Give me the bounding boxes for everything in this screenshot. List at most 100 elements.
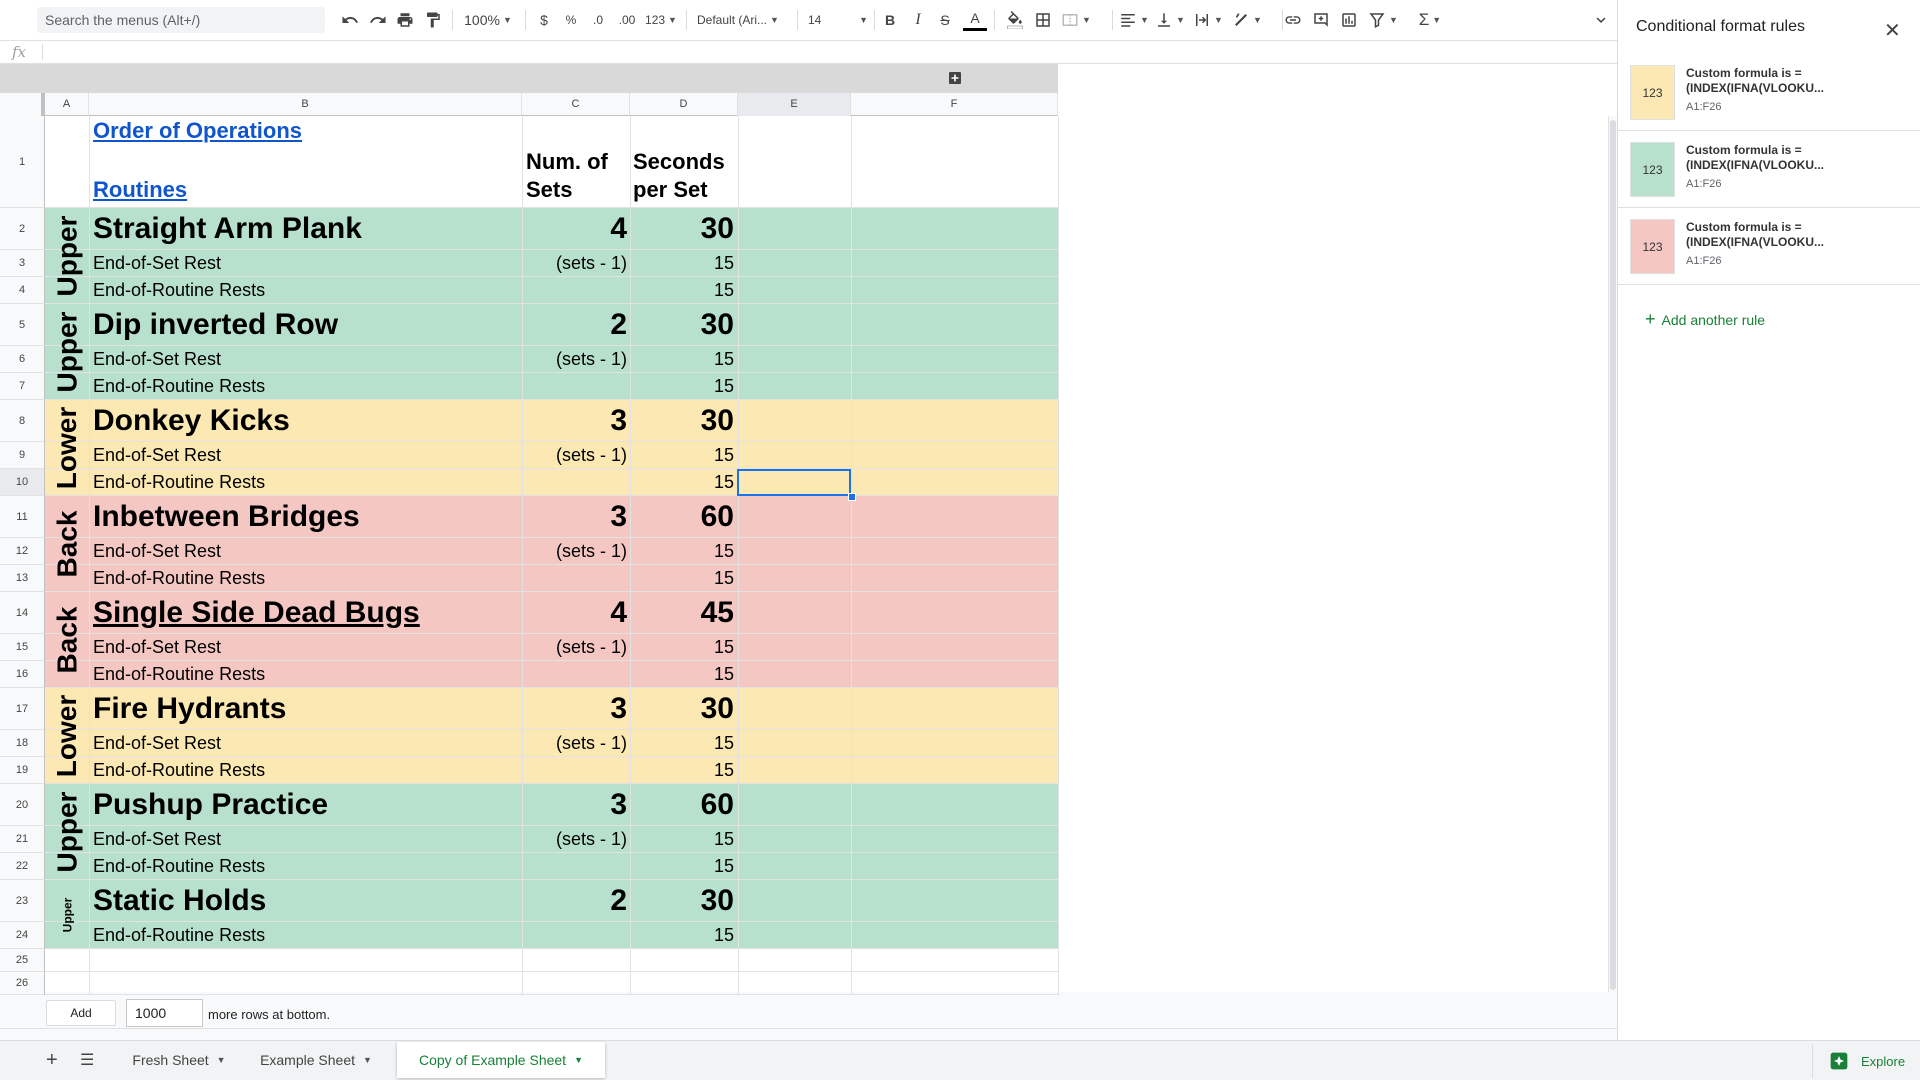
routine-name[interactable]: Inbetween Bridges [93, 499, 360, 535]
routine-seconds[interactable]: 30 [630, 211, 734, 247]
strikethrough-icon[interactable]: S [933, 8, 957, 32]
routine-rest-seconds[interactable]: 15 [630, 759, 734, 782]
set-rest-sets[interactable]: (sets - 1) [522, 252, 627, 275]
routine-rest-seconds[interactable]: 15 [630, 855, 734, 878]
routine-rest-seconds[interactable]: 15 [630, 471, 734, 494]
row-header-11[interactable]: 11 [0, 496, 45, 538]
fill-handle[interactable] [848, 493, 856, 501]
add-icon[interactable] [948, 71, 962, 85]
column-header-e[interactable]: E [738, 93, 851, 116]
functions-icon[interactable]: Σ ▼ [1413, 8, 1447, 32]
more-formats-select[interactable]: 123 ▼ [644, 8, 678, 32]
set-rest-label[interactable]: End-of-Set Rest [93, 444, 221, 467]
set-rest-label[interactable]: End-of-Set Rest [93, 540, 221, 563]
set-rest-sets[interactable]: (sets - 1) [522, 540, 627, 563]
add-rows-button[interactable]: Add [46, 1000, 116, 1026]
format-rule-card[interactable]: 123 Custom formula is = (INDEX(IFNA(VLOOKU… [1618, 209, 1920, 285]
increase-decimal-button[interactable]: .00 [613, 8, 641, 32]
vertical-align-icon[interactable]: ▼ [1154, 8, 1186, 32]
row-header-8[interactable]: 8 [0, 400, 45, 442]
routine-rest-label[interactable]: End-of-Routine Rests [93, 375, 265, 398]
row-header-6[interactable]: 6 [0, 346, 45, 373]
routine-rest-label[interactable]: End-of-Routine Rests [93, 855, 265, 878]
routine-seconds[interactable]: 45 [630, 595, 734, 631]
row-header-2[interactable]: 2 [0, 208, 45, 250]
routine-name[interactable]: Fire Hydrants [93, 691, 286, 727]
font-family-select[interactable]: Default (Ari... ▼ [697, 8, 791, 32]
set-rest-seconds[interactable]: 15 [630, 444, 734, 467]
routine-rest-seconds[interactable]: 15 [630, 567, 734, 590]
set-rest-sets[interactable]: (sets - 1) [522, 636, 627, 659]
row-header-3[interactable]: 3 [0, 250, 45, 277]
italic-icon[interactable]: I [906, 8, 930, 32]
routine-seconds[interactable]: 30 [630, 307, 734, 343]
row-header-4[interactable]: 4 [0, 277, 45, 304]
row-header-26[interactable]: 26 [0, 972, 45, 995]
fill-color-icon[interactable] [1003, 8, 1027, 32]
collapse-toolbar-icon[interactable] [1589, 8, 1613, 32]
set-rest-seconds[interactable]: 15 [630, 252, 734, 275]
row-header-25[interactable]: 25 [0, 949, 45, 972]
print-icon[interactable] [393, 8, 417, 32]
column-header-c[interactable]: C [522, 93, 630, 116]
text-wrapping-icon[interactable]: ▼ [1192, 8, 1224, 32]
column-header-a[interactable]: A [45, 93, 89, 116]
routine-seconds[interactable]: 30 [630, 691, 734, 727]
select-all-corner[interactable] [0, 93, 45, 116]
sheet-tab-example[interactable]: Example Sheet ▼ [247, 1042, 385, 1078]
row-header-9[interactable]: 9 [0, 442, 45, 469]
row-header-22[interactable]: 22 [0, 853, 45, 880]
filter-icon[interactable]: ▼ [1366, 8, 1400, 32]
routine-sets[interactable]: 3 [522, 787, 627, 823]
close-icon[interactable]: ✕ [1884, 18, 1901, 43]
set-rest-sets[interactable]: (sets - 1) [522, 732, 627, 755]
horizontal-align-icon[interactable]: ▼ [1118, 8, 1150, 32]
menu-search-input[interactable]: Search the menus (Alt+/) [37, 7, 325, 33]
zoom-select[interactable]: 100% ▼ [460, 8, 516, 32]
routine-name[interactable]: Donkey Kicks [93, 403, 290, 439]
all-sheets-icon[interactable]: ☰ [80, 1050, 94, 1070]
routine-sets[interactable]: 4 [522, 595, 627, 631]
column-header-d[interactable]: D [630, 93, 738, 116]
paint-format-icon[interactable] [421, 8, 445, 32]
row-header-20[interactable]: 20 [0, 784, 45, 826]
row-header-18[interactable]: 18 [0, 730, 45, 757]
percent-format-button[interactable]: % [559, 8, 583, 32]
explore-button[interactable]: Explore [1812, 1044, 1920, 1078]
routine-rest-seconds[interactable]: 15 [630, 375, 734, 398]
routine-name[interactable]: Static Holds [93, 883, 266, 919]
routine-name[interactable]: Pushup Practice [93, 787, 328, 823]
row-header-5[interactable]: 5 [0, 304, 45, 346]
set-rest-seconds[interactable]: 15 [630, 540, 734, 563]
routine-rest-label[interactable]: End-of-Routine Rests [93, 924, 265, 947]
undo-icon[interactable] [338, 8, 362, 32]
font-size-select[interactable]: 14 ▼ [808, 8, 868, 32]
routine-sets[interactable]: 3 [522, 499, 627, 535]
routine-rest-seconds[interactable]: 15 [630, 924, 734, 947]
routine-seconds[interactable]: 30 [630, 403, 734, 439]
text-color-icon[interactable]: A [963, 8, 987, 31]
row-header-24[interactable]: 24 [0, 922, 45, 949]
format-rule-card[interactable]: 123 Custom formula is = (INDEX(IFNA(VLOOKU… [1618, 55, 1920, 131]
column-header-b[interactable]: B [89, 93, 522, 116]
routine-seconds[interactable]: 30 [630, 883, 734, 919]
routine-name[interactable]: Dip inverted Row [93, 307, 338, 343]
insert-chart-icon[interactable] [1337, 8, 1361, 32]
set-rest-label[interactable]: End-of-Set Rest [93, 732, 221, 755]
row-header-12[interactable]: 12 [0, 538, 45, 565]
set-rest-sets[interactable]: (sets - 1) [522, 444, 627, 467]
routine-rest-label[interactable]: End-of-Routine Rests [93, 663, 265, 686]
set-rest-seconds[interactable]: 15 [630, 636, 734, 659]
routine-seconds[interactable]: 60 [630, 787, 734, 823]
set-rest-label[interactable]: End-of-Set Rest [93, 348, 221, 371]
routine-sets[interactable]: 2 [522, 307, 627, 343]
currency-format-button[interactable]: $ [532, 8, 556, 32]
routine-name[interactable]: Straight Arm Plank [93, 211, 362, 247]
set-rest-seconds[interactable]: 15 [630, 828, 734, 851]
set-rest-sets[interactable]: (sets - 1) [522, 828, 627, 851]
routines-link[interactable]: Routines [93, 177, 187, 203]
decrease-decimal-button[interactable]: .0 [586, 8, 610, 32]
routine-rest-label[interactable]: End-of-Routine Rests [93, 279, 265, 302]
add-rule-button[interactable]: + Add another rule [1645, 309, 1765, 330]
set-rest-label[interactable]: End-of-Set Rest [93, 828, 221, 851]
